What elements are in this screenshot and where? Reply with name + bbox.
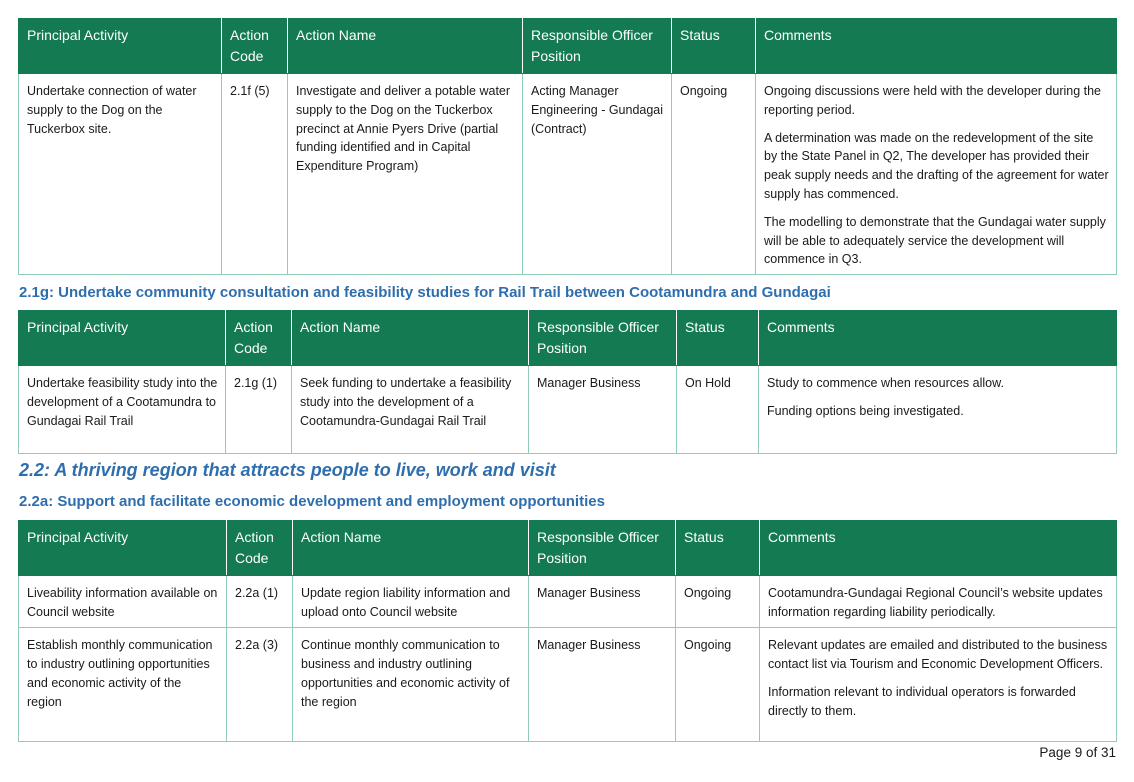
header-action-name: Action Name: [287, 18, 523, 74]
header-principal-activity: Principal Activity: [18, 310, 226, 367]
cell-comments: Relevant updates are emailed and distrib…: [759, 627, 1117, 743]
cell-responsible-officer: Acting Manager Engineering - Gundagai (C…: [522, 72, 672, 276]
comment-paragraph: Information relevant to individual opera…: [768, 684, 1076, 718]
header-status: Status: [675, 520, 760, 577]
cell-action-name: Seek funding to undertake a feasibility …: [291, 365, 529, 455]
comment-paragraph: Funding options being investigated.: [767, 403, 964, 418]
header-principal-activity: Principal Activity: [18, 520, 227, 577]
comment-paragraph: Ongoing discussions were held with the d…: [764, 84, 1102, 117]
page-number: Page 9 of 31: [1039, 745, 1116, 760]
header-action-code: Action Code: [225, 310, 292, 367]
header-comments: Comments: [755, 18, 1117, 74]
cell-status: On Hold: [676, 365, 759, 455]
action-table-2-1f: Principal Activity Action Code Action Na…: [18, 18, 1117, 276]
cell-status: Ongoing: [671, 72, 756, 276]
cell-action-name: Update region liability information and …: [292, 575, 529, 629]
header-comments: Comments: [758, 310, 1117, 367]
header-action-code: Action Code: [221, 18, 288, 74]
header-action-code: Action Code: [226, 520, 293, 577]
cell-action-code: 2.2a (3): [226, 627, 293, 743]
action-table-2-2a: Principal Activity Action Code Action Na…: [18, 520, 1117, 743]
comment-paragraph: The modelling to demonstrate that the Gu…: [764, 214, 1106, 267]
section-heading-2-2a: 2.2a: Support and facilitate economic de…: [19, 493, 605, 511]
header-responsible-officer: Responsible Officer Position: [528, 520, 676, 577]
header-principal-activity: Principal Activity: [18, 18, 222, 74]
header-comments: Comments: [759, 520, 1117, 577]
cell-status: Ongoing: [675, 575, 760, 629]
header-action-name: Action Name: [291, 310, 529, 367]
cell-responsible-officer: Manager Business: [528, 627, 676, 743]
cell-responsible-officer: Manager Business: [528, 575, 676, 629]
header-status: Status: [676, 310, 759, 367]
cell-status: Ongoing: [675, 627, 760, 743]
header-action-name: Action Name: [292, 520, 529, 577]
cell-principal-activity: Liveability information available on Cou…: [18, 575, 227, 629]
table-row: Liveability information available on Cou…: [18, 575, 1117, 629]
cell-principal-activity: Undertake connection of water supply to …: [18, 72, 222, 276]
table-header-row: Principal Activity Action Code Action Na…: [18, 18, 1117, 74]
comment-paragraph: A determination was made on the redevelo…: [764, 130, 1109, 201]
cell-principal-activity: Establish monthly communication to indus…: [18, 627, 227, 743]
cell-action-code: 2.1f (5): [221, 72, 288, 276]
cell-comments: Study to commence when resources allow. …: [758, 365, 1117, 455]
comment-paragraph: Cootamundra-Gundagai Regional Council’s …: [768, 586, 1103, 619]
header-responsible-officer: Responsible Officer Position: [528, 310, 677, 367]
table-header-row: Principal Activity Action Code Action Na…: [18, 520, 1117, 577]
cell-action-code: 2.2a (1): [226, 575, 293, 629]
cell-action-code: 2.1g (1): [225, 365, 292, 455]
section-heading-2-1g: 2.1g: Undertake community consultation a…: [19, 283, 831, 301]
document-page: Principal Activity Action Code Action Na…: [18, 18, 1117, 743]
table-header-row: Principal Activity Action Code Action Na…: [18, 310, 1117, 367]
table-row: Undertake connection of water supply to …: [18, 72, 1117, 276]
action-table-2-1g: Principal Activity Action Code Action Na…: [18, 310, 1117, 455]
cell-responsible-officer: Manager Business: [528, 365, 677, 455]
cell-action-name: Continue monthly communication to busine…: [292, 627, 529, 743]
cell-comments: Cootamundra-Gundagai Regional Council’s …: [759, 575, 1117, 629]
header-responsible-officer: Responsible Officer Position: [522, 18, 672, 74]
cell-comments: Ongoing discussions were held with the d…: [755, 72, 1117, 276]
table-row: Establish monthly communication to indus…: [18, 627, 1117, 743]
table-row: Undertake feasibility study into the dev…: [18, 365, 1117, 455]
cell-action-name: Investigate and deliver a potable water …: [287, 72, 523, 276]
comment-paragraph: Relevant updates are emailed and distrib…: [768, 638, 1108, 671]
comment-paragraph: Study to commence when resources allow.: [767, 376, 1004, 391]
header-status: Status: [671, 18, 756, 74]
section-heading-2-2: 2.2: A thriving region that attracts peo…: [19, 460, 556, 481]
cell-principal-activity: Undertake feasibility study into the dev…: [18, 365, 226, 455]
